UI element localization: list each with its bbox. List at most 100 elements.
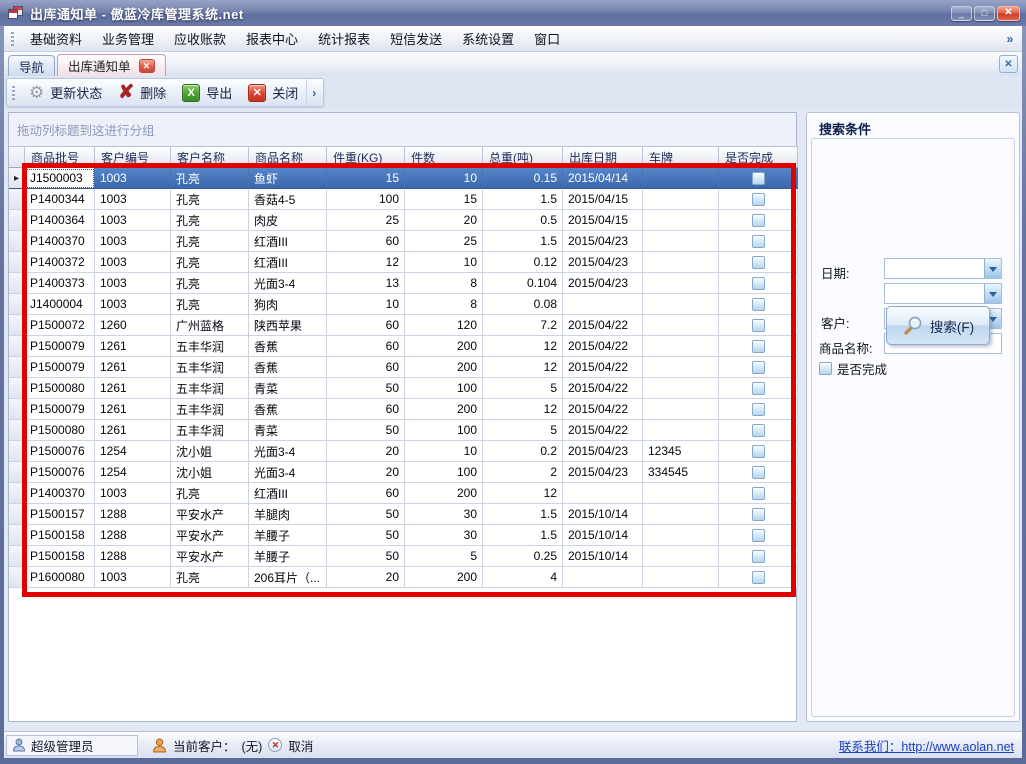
table-row[interactable]: P14003701003孔亮红酒III60251.52015/04/23 xyxy=(9,231,796,252)
cell[interactable]: P1400370 xyxy=(25,483,95,504)
table-row[interactable]: P14003441003孔亮香菇4-5100151.52015/04/15 xyxy=(9,189,796,210)
cell[interactable]: 五丰华润 xyxy=(171,336,249,357)
menu-item-7[interactable]: 窗口 xyxy=(524,26,570,51)
is-complete-cell-checkbox[interactable] xyxy=(752,172,765,185)
cell[interactable]: 50 xyxy=(327,378,405,399)
cell[interactable]: 1261 xyxy=(95,336,171,357)
cell-is-complete[interactable] xyxy=(719,189,798,210)
table-row[interactable]: P14003701003孔亮红酒III6020012 xyxy=(9,483,796,504)
table-row[interactable]: P15000801261五丰华润青菜5010052015/04/22 xyxy=(9,378,796,399)
cell[interactable]: 1.5 xyxy=(483,189,563,210)
更新状态-toolbar-button[interactable]: ⚙更新状态 xyxy=(21,80,110,105)
cell[interactable]: 鱼虾 xyxy=(249,168,327,189)
row-indicator[interactable] xyxy=(9,189,25,210)
关闭-toolbar-button[interactable]: ✕关闭 xyxy=(240,80,306,105)
cell[interactable]: P1500157 xyxy=(25,504,95,525)
cell[interactable]: 60 xyxy=(327,231,405,252)
cell[interactable]: 20 xyxy=(405,210,483,231)
close-button[interactable]: ✕ xyxy=(997,6,1020,21)
tab-navigation[interactable]: 导航 xyxy=(8,55,55,76)
cell[interactable]: 光面3-4 xyxy=(249,441,327,462)
cell[interactable]: 0.15 xyxy=(483,168,563,189)
cell[interactable]: 1288 xyxy=(95,525,171,546)
cell[interactable]: 平安水产 xyxy=(171,504,249,525)
cell-is-complete[interactable] xyxy=(719,399,798,420)
cell[interactable]: 五丰华润 xyxy=(171,357,249,378)
is-complete-cell-checkbox[interactable] xyxy=(752,445,765,458)
cell[interactable]: 12 xyxy=(483,336,563,357)
cell[interactable]: J1400004 xyxy=(25,294,95,315)
cell[interactable]: 200 xyxy=(405,357,483,378)
cell[interactable]: 狗肉 xyxy=(249,294,327,315)
cell[interactable] xyxy=(643,357,719,378)
cell-is-complete[interactable] xyxy=(719,504,798,525)
contact-link[interactable]: 联系我们：http://www.aolan.net xyxy=(839,736,1014,755)
row-indicator[interactable] xyxy=(9,420,25,441)
cell[interactable]: 1261 xyxy=(95,357,171,378)
cell[interactable] xyxy=(643,378,719,399)
cell[interactable]: P1500158 xyxy=(25,525,95,546)
cell[interactable]: 12 xyxy=(483,399,563,420)
cell[interactable]: 沈小姐 xyxy=(171,462,249,483)
cell[interactable]: 8 xyxy=(405,294,483,315)
cell[interactable]: 2015/04/23 xyxy=(563,252,643,273)
cell[interactable] xyxy=(563,294,643,315)
cell[interactable] xyxy=(643,252,719,273)
menu-grip-icon[interactable] xyxy=(11,32,14,46)
cell[interactable]: P1400372 xyxy=(25,252,95,273)
column-header-9[interactable]: 是否完成 xyxy=(719,146,798,168)
cell[interactable]: P1400370 xyxy=(25,231,95,252)
table-row[interactable]: P15001581288平安水产羊腰子5050.252015/10/14 xyxy=(9,546,796,567)
is-complete-cell-checkbox[interactable] xyxy=(752,571,765,584)
cell-is-complete[interactable] xyxy=(719,420,798,441)
cell[interactable]: P1500080 xyxy=(25,420,95,441)
cell[interactable]: 1260 xyxy=(95,315,171,336)
cell[interactable]: 12 xyxy=(327,252,405,273)
cell[interactable]: 206耳片（... xyxy=(249,567,327,588)
cell[interactable]: 2015/04/14 xyxy=(563,168,643,189)
minimize-button[interactable]: _ xyxy=(951,6,972,21)
cell-is-complete[interactable] xyxy=(719,483,798,504)
row-indicator[interactable] xyxy=(9,483,25,504)
cell[interactable]: 陕西苹果 xyxy=(249,315,327,336)
cell[interactable] xyxy=(643,567,719,588)
column-header-3[interactable]: 商品名称 xyxy=(249,146,327,168)
row-indicator[interactable] xyxy=(9,546,25,567)
cell[interactable]: 1.5 xyxy=(483,504,563,525)
toolbar-grip-icon[interactable] xyxy=(12,86,15,100)
row-indicator[interactable] xyxy=(9,294,25,315)
table-row[interactable]: P15000791261五丰华润香蕉60200122015/04/22 xyxy=(9,357,796,378)
cell[interactable]: 五丰华润 xyxy=(171,378,249,399)
cell[interactable]: P1500076 xyxy=(25,441,95,462)
cell[interactable]: 1.5 xyxy=(483,525,563,546)
cell[interactable]: 2015/10/14 xyxy=(563,504,643,525)
cell[interactable]: 60 xyxy=(327,315,405,336)
table-row[interactable]: P15001571288平安水产羊腿肉50301.52015/10/14 xyxy=(9,504,796,525)
is-complete-cell-checkbox[interactable] xyxy=(752,361,765,374)
cell[interactable] xyxy=(643,546,719,567)
cell[interactable]: 12 xyxy=(483,357,563,378)
cell-is-complete[interactable] xyxy=(719,252,798,273)
cell[interactable]: P1400344 xyxy=(25,189,95,210)
cell[interactable]: 0.08 xyxy=(483,294,563,315)
删除-toolbar-button[interactable]: ✘删除 xyxy=(110,80,174,105)
cell[interactable]: P1400364 xyxy=(25,210,95,231)
cell[interactable] xyxy=(643,168,719,189)
cell[interactable]: 12 xyxy=(483,483,563,504)
row-indicator[interactable] xyxy=(9,399,25,420)
cell[interactable]: 香菇4-5 xyxy=(249,189,327,210)
cell[interactable]: 1003 xyxy=(95,294,171,315)
cell[interactable]: 红酒III xyxy=(249,231,327,252)
table-row[interactable]: P16000801003孔亮206耳片（...202004 xyxy=(9,567,796,588)
cell[interactable]: 羊腰子 xyxy=(249,525,327,546)
column-header-6[interactable]: 总重(吨) xyxy=(483,146,563,168)
cancel-icon[interactable]: ✕ xyxy=(268,738,282,752)
cell[interactable]: 0.25 xyxy=(483,546,563,567)
cell[interactable]: 五丰华润 xyxy=(171,399,249,420)
cell[interactable]: 100 xyxy=(405,462,483,483)
is-complete-cell-checkbox[interactable] xyxy=(752,256,765,269)
row-indicator[interactable] xyxy=(9,252,25,273)
cell[interactable]: 沈小姐 xyxy=(171,441,249,462)
cell[interactable]: P1500079 xyxy=(25,399,95,420)
cell[interactable]: 2015/04/23 xyxy=(563,231,643,252)
